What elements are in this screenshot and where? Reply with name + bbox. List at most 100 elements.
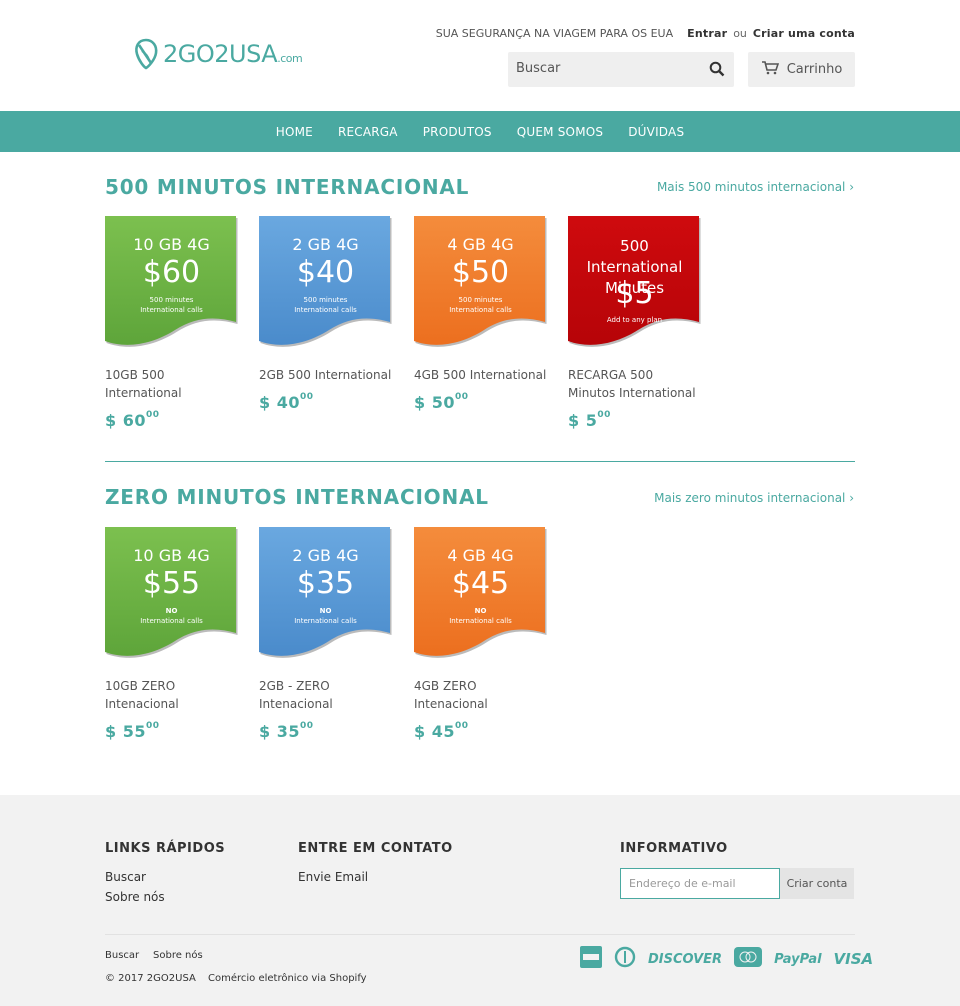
search-placeholder: Buscar bbox=[516, 61, 561, 76]
tagline: SUA SEGURANÇA NA VIAGEM PARA OS EUA bbox=[435, 27, 674, 40]
footer-newsletter-title: INFORMATIVO bbox=[620, 841, 728, 856]
product-card[interactable]: 10 GB 4G $55 NO International calls 10GB… bbox=[105, 527, 238, 741]
footer-quick-links-title: LINKS RÁPIDOS bbox=[105, 841, 226, 856]
product-title[interactable]: 4GB ZERO Intenacional bbox=[414, 677, 547, 713]
site-logo[interactable]: 2GO2USA.com bbox=[133, 38, 303, 70]
image-sub1-text: 500 minutes bbox=[458, 296, 503, 304]
image-gb-text: 2 GB 4G bbox=[292, 235, 359, 254]
image-price-text: $5 bbox=[615, 276, 654, 311]
or-text: ou bbox=[733, 27, 747, 40]
cart-label: Carrinho bbox=[786, 62, 843, 77]
image-sub1-text: 500 minutes bbox=[303, 296, 348, 304]
footer-link-sobre-nos[interactable]: Sobre nós bbox=[105, 890, 165, 904]
product-image[interactable]: 2 GB 4G $40 500 minutes International ca… bbox=[259, 216, 392, 349]
footer-bottom-link-buscar[interactable]: Buscar bbox=[105, 950, 139, 961]
section-title-zero: ZERO MINUTOS INTERNACIONAL bbox=[105, 485, 489, 509]
product-price: $ 500 bbox=[568, 410, 611, 430]
search-input[interactable]: Buscar bbox=[508, 52, 734, 87]
image-gb-text: 10 GB 4G bbox=[133, 546, 210, 565]
image-price-text: $55 bbox=[142, 566, 201, 601]
logo-text: 2GO2USA.com bbox=[163, 40, 303, 68]
nav-home[interactable]: HOME bbox=[276, 125, 313, 139]
newsletter-email-input[interactable]: Endereço de e-mail bbox=[620, 868, 780, 899]
image-gb-text: 4 GB 4G bbox=[447, 235, 514, 254]
nav-recarga[interactable]: RECARGA bbox=[338, 125, 398, 139]
logo-icon bbox=[135, 38, 158, 70]
product-card[interactable]: 500 International Minutes $5 Add to any … bbox=[568, 216, 701, 430]
more-500-link[interactable]: Mais 500 minutos internacional › bbox=[657, 180, 854, 194]
product-price: $ 6000 bbox=[105, 410, 160, 430]
login-link[interactable]: Entrar bbox=[687, 27, 727, 40]
image-price-text: $50 bbox=[451, 255, 510, 290]
product-title[interactable]: 2GB - ZERO Intenacional bbox=[259, 677, 392, 713]
image-sub1-text: NO bbox=[165, 607, 178, 615]
image-sub2-text: International calls bbox=[140, 306, 203, 314]
product-image[interactable]: 2 GB 4G $35 NO International calls bbox=[259, 527, 392, 660]
product-title[interactable]: 10GB ZERO Intenacional bbox=[105, 677, 238, 713]
product-price: $ 5000 bbox=[414, 392, 469, 412]
product-price: $ 5500 bbox=[105, 721, 160, 741]
image-gb-text: 2 GB 4G bbox=[292, 546, 359, 565]
amex-icon bbox=[580, 946, 602, 972]
image-sub2-text: International calls bbox=[449, 306, 512, 314]
footer-bottom-link-sobre-nos[interactable]: Sobre nós bbox=[153, 950, 203, 961]
product-title[interactable]: 4GB 500 International bbox=[414, 366, 547, 384]
image-sub1-text: NO bbox=[319, 607, 332, 615]
nav-duvidas[interactable]: DÚVIDAS bbox=[628, 125, 684, 139]
signup-link[interactable]: Criar uma conta bbox=[753, 27, 855, 40]
more-zero-link[interactable]: Mais zero minutos internacional › bbox=[654, 491, 854, 505]
image-sub2-text: International calls bbox=[294, 306, 357, 314]
section-divider bbox=[105, 461, 855, 462]
product-title[interactable]: 10GB 500 International bbox=[105, 366, 238, 402]
footer-link-buscar[interactable]: Buscar bbox=[105, 870, 146, 884]
site-header: 2GO2USA.com SUA SEGURANÇA NA VIAGEM PARA… bbox=[0, 0, 960, 111]
image-sub1-text: 500 minutes bbox=[149, 296, 194, 304]
nav-produtos[interactable]: PRODUTOS bbox=[423, 125, 492, 139]
product-image[interactable]: 4 GB 4G $45 NO International calls bbox=[414, 527, 547, 660]
product-title[interactable]: RECARGA 500 Minutos International bbox=[568, 366, 701, 402]
paypal-icon: PayPal bbox=[774, 951, 822, 967]
image-sub1-text: NO bbox=[474, 607, 487, 615]
cart-icon bbox=[761, 60, 779, 79]
shopify-link[interactable]: Comércio eletrônico via Shopify bbox=[208, 973, 367, 984]
product-card[interactable]: 4 GB 4G $45 NO International calls 4GB Z… bbox=[414, 527, 547, 741]
product-card[interactable]: 2 GB 4G $40 500 minutes International ca… bbox=[259, 216, 392, 412]
product-image[interactable]: 500 International Minutes $5 Add to any … bbox=[568, 216, 701, 349]
main-nav: HOME RECARGA PRODUTOS QUEM SOMOS DÚVIDAS bbox=[0, 111, 960, 152]
footer-contact-title: ENTRE EM CONTATO bbox=[298, 841, 453, 856]
product-card[interactable]: 4 GB 4G $50 500 minutes International ca… bbox=[414, 216, 547, 412]
copyright-text: © 2017 2GO2USA bbox=[105, 973, 196, 984]
product-image[interactable]: 4 GB 4G $50 500 minutes International ca… bbox=[414, 216, 547, 349]
nav-quem-somos[interactable]: QUEM SOMOS bbox=[517, 125, 603, 139]
image-price-text: $35 bbox=[296, 566, 355, 601]
product-image[interactable]: 10 GB 4G $60 500 minutes International c… bbox=[105, 216, 238, 349]
image-sub2-text: International calls bbox=[449, 617, 512, 625]
visa-icon: VISA bbox=[833, 950, 874, 968]
footer-link-email[interactable]: Envie Email bbox=[298, 870, 368, 884]
image-sub2-text: International calls bbox=[294, 617, 357, 625]
search-icon[interactable] bbox=[709, 61, 725, 81]
product-image[interactable]: 10 GB 4G $55 NO International calls bbox=[105, 527, 238, 660]
footer-divider bbox=[105, 934, 855, 935]
mastercard-icon bbox=[734, 947, 763, 971]
image-price-text: $45 bbox=[451, 566, 510, 601]
product-price: $ 3500 bbox=[259, 721, 314, 741]
payment-icons: DISCOVER PayPal VISA bbox=[580, 946, 873, 972]
product-card[interactable]: 10 GB 4G $60 500 minutes International c… bbox=[105, 216, 238, 430]
customer-links: SUA SEGURANÇA NA VIAGEM PARA OS EUA Entr… bbox=[436, 27, 855, 40]
section-title-500: 500 MINUTOS INTERNACIONAL bbox=[105, 175, 470, 199]
site-footer: LINKS RÁPIDOS Buscar Sobre nós ENTRE EM … bbox=[0, 795, 960, 1006]
image-price-text: $60 bbox=[142, 255, 201, 290]
discover-icon: DISCOVER bbox=[648, 951, 723, 967]
cart-button[interactable]: Carrinho bbox=[748, 52, 855, 87]
newsletter-submit-button[interactable]: Criar conta bbox=[780, 868, 854, 899]
product-price: $ 4000 bbox=[259, 392, 314, 412]
image-gb-text: 4 GB 4G bbox=[447, 546, 514, 565]
image-sub2-text: International calls bbox=[140, 617, 203, 625]
product-price: $ 4500 bbox=[414, 721, 469, 741]
product-card[interactable]: 2 GB 4G $35 NO International calls 2GB -… bbox=[259, 527, 392, 741]
diners-icon bbox=[614, 946, 636, 972]
product-title[interactable]: 2GB 500 International bbox=[259, 366, 392, 384]
image-price-text: $40 bbox=[296, 255, 355, 290]
image-gb-text: 10 GB 4G bbox=[133, 235, 210, 254]
